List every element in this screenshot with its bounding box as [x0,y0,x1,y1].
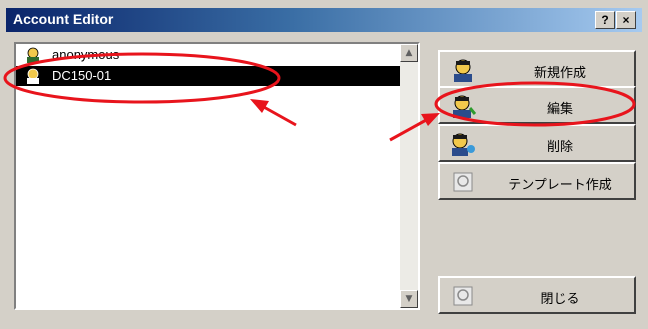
close-button[interactable]: 閉じる [438,276,636,314]
list-scrollbar[interactable]: ▲ ▼ [400,44,418,308]
user-edit-icon [453,95,476,118]
create-template-button[interactable]: テンプレート作成 [438,162,636,200]
list-item-label: DC150-01 [52,68,112,83]
user-delete-icon [452,133,475,156]
delete-account-label: 削除 [546,140,573,155]
account-list[interactable]: anonymous DC150-01 ▲ ▼ [14,42,420,310]
new-account-label: 新規作成 [533,66,586,81]
user-new-icon [454,59,472,82]
edit-account-button[interactable]: 編集 [438,86,636,124]
user-icon [27,47,39,63]
template-icon [453,172,473,192]
help-button[interactable]: ? [595,11,615,29]
scroll-down-arrow-icon[interactable]: ▼ [400,290,418,308]
window-title: Account Editor [13,11,114,27]
close-icon [453,286,473,306]
title-bar: Account Editor ? × [6,8,642,32]
account-editor-window: Account Editor ? × anonymous DC150-01 ▲ … [0,0,648,329]
edit-account-label: 編集 [546,102,573,117]
delete-account-button[interactable]: 削除 [438,124,636,162]
list-item-anonymous[interactable]: anonymous [16,45,400,65]
list-item-dc150-01[interactable]: DC150-01 [16,66,400,86]
create-template-label: テンプレート作成 [508,178,612,193]
scroll-up-arrow-icon[interactable]: ▲ [400,44,418,62]
close-label: 閉じる [540,292,580,307]
new-account-button[interactable]: 新規作成 [438,50,636,88]
user-icon [27,68,39,84]
list-item-label: anonymous [52,47,120,62]
close-window-button[interactable]: × [616,11,636,29]
